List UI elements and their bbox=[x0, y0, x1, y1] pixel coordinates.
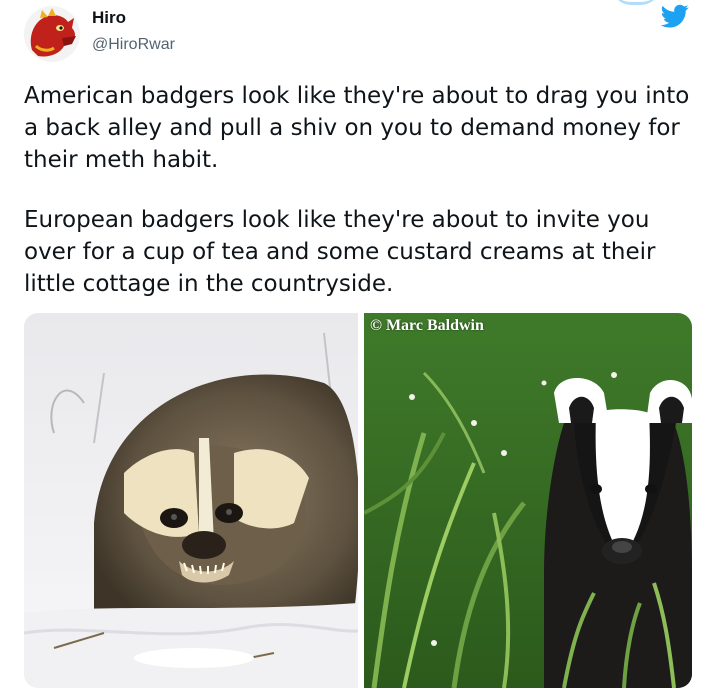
tweet-paragraph: European badgers look like they're about… bbox=[24, 207, 656, 297]
european-badger-photo[interactable]: © Marc Baldwin bbox=[364, 313, 692, 688]
avatar[interactable] bbox=[24, 6, 80, 62]
twitter-bird-icon[interactable] bbox=[660, 2, 690, 30]
follow-button-edge[interactable] bbox=[612, 0, 660, 5]
american-badger-photo[interactable] bbox=[24, 313, 358, 688]
author-block: Hiro @HiroRwar bbox=[92, 8, 175, 55]
tweet-paragraph: American badgers look like they're about… bbox=[24, 83, 690, 173]
tweet-card: Hiro @HiroRwar American badgers look lik… bbox=[0, 0, 716, 688]
author-display-name[interactable]: Hiro bbox=[92, 8, 175, 28]
media-grid: © Marc Baldwin bbox=[24, 313, 692, 688]
photo-watermark: © Marc Baldwin bbox=[370, 317, 484, 334]
author-handle[interactable]: @HiroRwar bbox=[92, 35, 175, 55]
tweet-text: American badgers look like they're about… bbox=[24, 80, 704, 300]
